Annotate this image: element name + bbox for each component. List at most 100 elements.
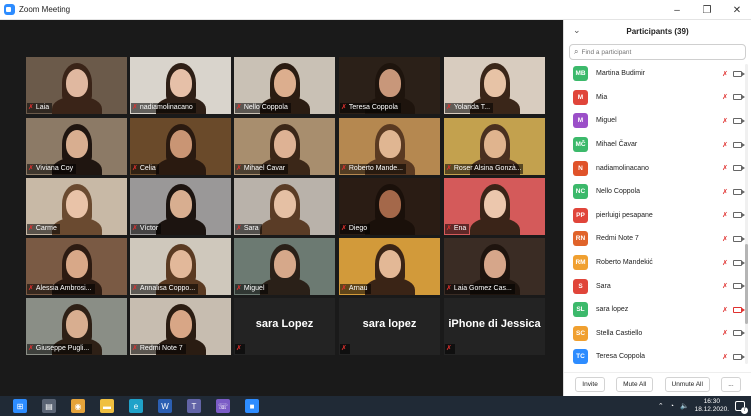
- video-tile[interactable]: ✗ Sara: [234, 178, 335, 235]
- tile-name-label: ✗ Miguel: [235, 284, 268, 294]
- participant-row[interactable]: Nnadiamolinacano ✗: [564, 156, 745, 180]
- video-tile[interactable]: ✗ Roser Alsina Gonzà...: [444, 118, 545, 175]
- participant-face: [66, 250, 88, 278]
- participant-name: sara lopez: [596, 306, 629, 314]
- scrollbar-thumb[interactable]: [745, 244, 748, 324]
- tile-name-label: ✗ Ena: [445, 224, 470, 234]
- participant-status: ✗: [722, 164, 745, 172]
- notifications-icon[interactable]: 7: [735, 401, 748, 414]
- video-tile[interactable]: iPhone di Jessica ✗: [444, 298, 545, 355]
- participant-row[interactable]: MB Martina Budimir ✗: [564, 62, 745, 86]
- tile-name-label: ✗: [445, 344, 455, 354]
- video-tile[interactable]: ✗ Laia Gomez Cas...: [444, 238, 545, 295]
- avatar: M: [573, 89, 588, 105]
- unmute-all-button[interactable]: Unmute All: [664, 377, 710, 392]
- minimize-button[interactable]: –: [671, 5, 683, 16]
- video-tile[interactable]: ✗ Viviana Coy: [26, 118, 127, 175]
- participant-row[interactable]: MČ Mihael Čavar ✗: [564, 133, 745, 157]
- participant-row[interactable]: RN Redmi Note 7 ✗: [564, 227, 745, 251]
- tile-name-label: ✗ Viviana Coy: [27, 164, 77, 174]
- participant-row[interactable]: M Mia ✗: [564, 86, 745, 110]
- participant-list: MB Martina Budimir ✗ M Mia ✗ M Miguel ✗ MČ Mihael …: [564, 62, 745, 369]
- participant-face: [274, 250, 296, 278]
- participants-panel: ⌄ Participants (39) ⌕ MB Martina Budimir ✗…: [563, 20, 751, 396]
- participant-face: [66, 190, 88, 218]
- windows-start-icon[interactable]: ⊞: [13, 399, 27, 413]
- word-icon[interactable]: W: [158, 399, 172, 413]
- video-tile[interactable]: ✗ Teresa Coppola: [339, 57, 440, 114]
- video-tile[interactable]: ✗ Giuseppe Pugli...: [26, 298, 127, 355]
- restore-button[interactable]: ❐: [701, 5, 713, 16]
- video-tile[interactable]: ✗ Annalisa Coppo...: [130, 238, 231, 295]
- participant-row[interactable]: NC Nello Coppola ✗: [564, 180, 745, 204]
- network-icon[interactable]: ◔: [670, 403, 674, 410]
- mic-muted-icon: ✗: [28, 285, 34, 292]
- video-tile[interactable]: ✗ Alessia Ambrosi...: [26, 238, 127, 295]
- participant-row[interactable]: SL sara lopez ✗: [564, 298, 745, 322]
- more-options-button[interactable]: ...: [721, 377, 741, 392]
- collapse-chevron-icon[interactable]: ⌄: [573, 25, 581, 36]
- volume-icon[interactable]: 🔈: [680, 402, 689, 410]
- search-input[interactable]: [581, 48, 732, 56]
- mic-muted-icon: ✗: [28, 225, 34, 232]
- video-tile[interactable]: ✗ Arnau: [339, 238, 440, 295]
- file-explorer-icon[interactable]: ▬: [100, 399, 114, 413]
- participant-body: [260, 278, 310, 295]
- edge-icon[interactable]: e: [129, 399, 143, 413]
- video-tile[interactable]: ✗ Yolanda T...: [444, 57, 545, 114]
- camera-icon: [733, 94, 745, 101]
- participant-row[interactable]: PP pierluigi pesapane ✗: [564, 204, 745, 228]
- participant-search[interactable]: ⌕: [569, 44, 746, 60]
- mute-all-button[interactable]: Mute All: [616, 377, 654, 392]
- participant-name: Teresa Coppola: [596, 353, 646, 361]
- mic-muted-icon: ✗: [341, 285, 347, 292]
- invite-button[interactable]: Invite: [575, 377, 605, 392]
- video-tile[interactable]: ✗ Miguel: [234, 238, 335, 295]
- video-tile[interactable]: ✗ nadiamolinacano: [130, 57, 231, 114]
- video-tile[interactable]: ✗ Laia: [26, 57, 127, 114]
- video-tile[interactable]: ✗ Diego: [339, 178, 440, 235]
- chrome-icon[interactable]: ◉: [71, 399, 85, 413]
- camera-icon: [733, 70, 745, 77]
- participant-row[interactable]: RM Roberto Mandekić ✗: [564, 251, 745, 275]
- camera-icon: [733, 117, 745, 124]
- mic-muted-icon: ✗: [446, 165, 452, 172]
- mic-muted-icon: ✗: [236, 285, 242, 292]
- participant-face: [274, 69, 296, 97]
- participant-row[interactable]: S Sara ✗: [564, 274, 745, 298]
- window-titlebar: Zoom Meeting – ❐ ✕: [0, 0, 751, 20]
- participant-row[interactable]: M Miguel ✗: [564, 109, 745, 133]
- windows-taskbar: ⊞ ▤ ◉ ▬ e W T ☏ ■ ⌃ ◔ 🔈 16:30 18.12.2020. 7: [0, 396, 751, 416]
- viber-icon[interactable]: ☏: [216, 399, 230, 413]
- close-button[interactable]: ✕: [731, 5, 743, 16]
- tray-chevron-icon[interactable]: ⌃: [658, 402, 664, 410]
- video-tile[interactable]: ✗ Celia: [130, 118, 231, 175]
- participant-row[interactable]: TC Teresa Coppola ✗: [564, 345, 745, 369]
- avatar: SL: [573, 302, 588, 318]
- tile-name-label: ✗ Víctor: [131, 224, 162, 234]
- clock[interactable]: 16:30 18.12.2020.: [695, 398, 729, 414]
- video-tile[interactable]: sara lopez ✗: [339, 298, 440, 355]
- video-tile[interactable]: ✗ Víctor: [130, 178, 231, 235]
- video-tile[interactable]: ✗ Nello Coppola: [234, 57, 335, 114]
- task-view-icon[interactable]: ▤: [42, 399, 56, 413]
- participant-face: [484, 250, 506, 278]
- participant-name: Mihael Čavar: [596, 141, 638, 149]
- video-tile[interactable]: ✗ Roberto Mande...: [339, 118, 440, 175]
- participant-row[interactable]: SC Stella Castiello ✗: [564, 322, 745, 346]
- tile-name: Roser Alsina Gonzà...: [453, 165, 522, 172]
- video-tile[interactable]: sara Lopez ✗: [234, 298, 335, 355]
- tile-name: Teresa Coppola: [348, 104, 398, 111]
- video-tile[interactable]: ✗ Mihael Čavar: [234, 118, 335, 175]
- video-tile[interactable]: ✗ Carme: [26, 178, 127, 235]
- participant-face: [170, 310, 192, 338]
- video-tile[interactable]: ✗ Redmi Note 7: [130, 298, 231, 355]
- participant-scrollbar[interactable]: [745, 64, 748, 364]
- zoom-icon[interactable]: ■: [245, 399, 259, 413]
- avatar: MČ: [573, 137, 588, 153]
- video-tile[interactable]: ✗ Ena: [444, 178, 545, 235]
- mic-muted-icon: ✗: [28, 345, 34, 352]
- mic-muted-icon: ✗: [341, 165, 347, 172]
- mic-muted-icon: ✗: [132, 225, 138, 232]
- teams-icon[interactable]: T: [187, 399, 201, 413]
